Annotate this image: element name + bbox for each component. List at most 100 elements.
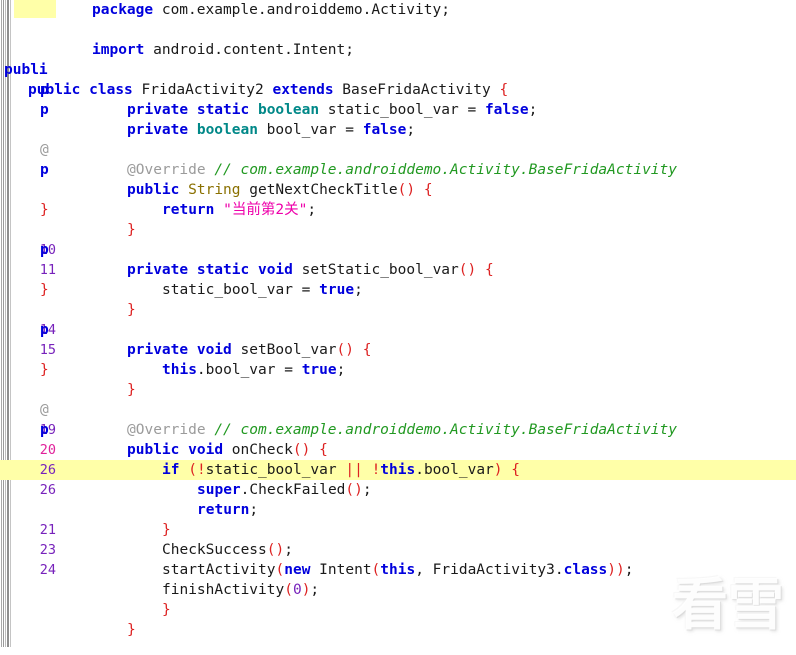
token-id	[476, 262, 485, 278]
code-line[interactable]: 19 p @Override // com.example.androiddemo.…	[0, 420, 796, 440]
token-semi: ;	[345, 42, 354, 58]
gutter-line-number: 26	[39, 482, 56, 498]
code-line[interactable]: }	[0, 600, 796, 620]
code-line-text: public void onCheck() {	[127, 440, 328, 460]
token-semi: ;	[249, 502, 259, 518]
code-line[interactable]: p @Override // com.example.androiddemo.Ac…	[0, 160, 796, 180]
gutter-fold-marker[interactable]: p	[40, 240, 49, 260]
token-pun: {	[319, 442, 328, 458]
code-line-text: package com.example.androiddemo.Activity…	[92, 0, 450, 20]
gutter-fold-marker[interactable]: p	[40, 100, 49, 120]
code-line[interactable]: public String getNextCheckTitle() {	[0, 180, 796, 200]
code-line[interactable]: } this.bool_var = true;	[0, 360, 796, 380]
code-line[interactable]: } static_bool_var = true;	[0, 280, 796, 300]
code-line[interactable]: }	[0, 380, 796, 400]
code-line[interactable]: return;	[0, 500, 796, 520]
token-kw: static	[196, 262, 250, 278]
token-kw: class	[89, 82, 133, 98]
token-id: , FridaActivity3.	[415, 562, 564, 578]
gutter-line-number: 20	[39, 442, 56, 458]
code-line[interactable]: p private static boolean static_bool_var …	[0, 100, 796, 120]
token-pun: ))	[607, 562, 625, 578]
token-id: setStatic_bool_var	[292, 262, 459, 278]
token-id	[503, 462, 512, 478]
token-kw: return	[162, 202, 215, 218]
code-line[interactable]: }	[0, 620, 796, 640]
gutter-fold-marker[interactable]: @	[40, 140, 49, 160]
code-line[interactable]: p public class FridaActivity2 extends Bas…	[0, 80, 796, 100]
code-line[interactable]: finishActivity(0);	[0, 580, 796, 600]
code-line[interactable]: 20 public void onCheck() {	[0, 440, 796, 460]
gutter-fold-marker[interactable]: }	[40, 360, 49, 380]
token-kw: this	[380, 462, 416, 478]
code-line[interactable]: }	[0, 220, 796, 240]
token-id	[363, 462, 372, 478]
code-line[interactable]: 23 CheckSuccess();	[0, 540, 796, 560]
gutter-fold-marker[interactable]: p	[40, 420, 49, 440]
token-kw: public	[127, 182, 180, 198]
token-id	[179, 442, 188, 458]
token-id: static_bool_var =	[162, 282, 320, 298]
token-id: setBool_var	[231, 342, 337, 358]
gutter-fold-marker[interactable]: publi	[4, 60, 48, 80]
token-id: static_bool_var	[205, 462, 346, 478]
token-semi: ;	[528, 102, 538, 118]
gutter-line-number: 21	[39, 522, 56, 538]
token-cls: String	[188, 182, 241, 198]
code-line-text: }	[127, 380, 136, 400]
code-line-text: this.bool_var = true;	[162, 360, 345, 380]
code-line-text: }	[162, 600, 171, 620]
token-id	[188, 122, 197, 138]
code-line[interactable]: 14 p	[0, 320, 796, 340]
code-line[interactable]: 24 startActivity(new Intent(this, FridaAc…	[0, 560, 796, 580]
token-pun: (	[275, 562, 285, 578]
code-line[interactable]: package com.example.androiddemo.Activity…	[0, 0, 796, 20]
token-semi: ;	[362, 482, 372, 498]
token-id: .CheckFailed	[240, 482, 346, 498]
code-line[interactable]	[0, 20, 796, 40]
code-line[interactable]: private boolean bool_var = false;	[0, 120, 796, 140]
token-kw: import	[92, 42, 145, 58]
code-line[interactable]: 21}	[0, 520, 796, 540]
token-pun: }	[127, 382, 136, 398]
code-line[interactable]: 26 super.CheckFailed();	[0, 480, 796, 500]
gutter-fold-marker[interactable]: p	[40, 160, 49, 180]
code-line[interactable]: @	[0, 140, 796, 160]
code-line-text: static_bool_var = true;	[162, 280, 363, 300]
code-line-text: private boolean bool_var = false;	[127, 120, 415, 140]
code-line[interactable]: 26 if (!static_bool_var || !this.bool_var…	[0, 460, 796, 480]
code-line-text: public String getNextCheckTitle() {	[127, 180, 433, 200]
token-id: BaseFridaActivity	[333, 82, 500, 98]
gutter-fold-marker[interactable]: p	[40, 320, 49, 340]
token-kw: true	[301, 362, 337, 378]
code-line[interactable]: 11 private static void setStatic_bool_var…	[0, 260, 796, 280]
gutter-fold-marker[interactable]: @	[40, 400, 49, 420]
gutter-fold-marker[interactable]: }	[40, 200, 49, 220]
code-line[interactable]: }	[0, 300, 796, 320]
code-line-text: }	[127, 300, 136, 320]
token-id	[354, 342, 363, 358]
code-line[interactable]: 15 private void setBool_var() {	[0, 340, 796, 360]
token-pun: ()	[292, 442, 311, 458]
code-line[interactable]: } return "当前第2关";	[0, 200, 796, 220]
code-line[interactable]: import android.content.Intent;	[0, 40, 796, 60]
token-id	[206, 422, 215, 438]
code-line[interactable]: publi	[0, 60, 796, 80]
token-id	[206, 162, 215, 178]
code-editor-surface[interactable]: package com.example.androiddemo.Activity…	[0, 0, 796, 655]
code-line-text: if (!static_bool_var || !this.bool_var) …	[162, 460, 520, 480]
token-kw: class	[563, 562, 608, 578]
code-line-text: super.CheckFailed();	[197, 480, 372, 500]
token-id: FridaActivity2	[132, 82, 273, 98]
gutter-fold-marker[interactable]: }	[40, 280, 49, 300]
token-id: android.content.Intent	[144, 42, 346, 58]
code-line-text: }	[162, 520, 171, 540]
code-line[interactable]: 10 p	[0, 240, 796, 260]
code-line[interactable]: @	[0, 400, 796, 420]
token-ann: @Override	[127, 422, 206, 438]
code-line-text: }	[127, 620, 136, 640]
token-pun: ()	[266, 542, 285, 558]
token-kw: public	[127, 442, 180, 458]
token-pun: {	[511, 462, 520, 478]
token-kw: this	[380, 562, 416, 578]
